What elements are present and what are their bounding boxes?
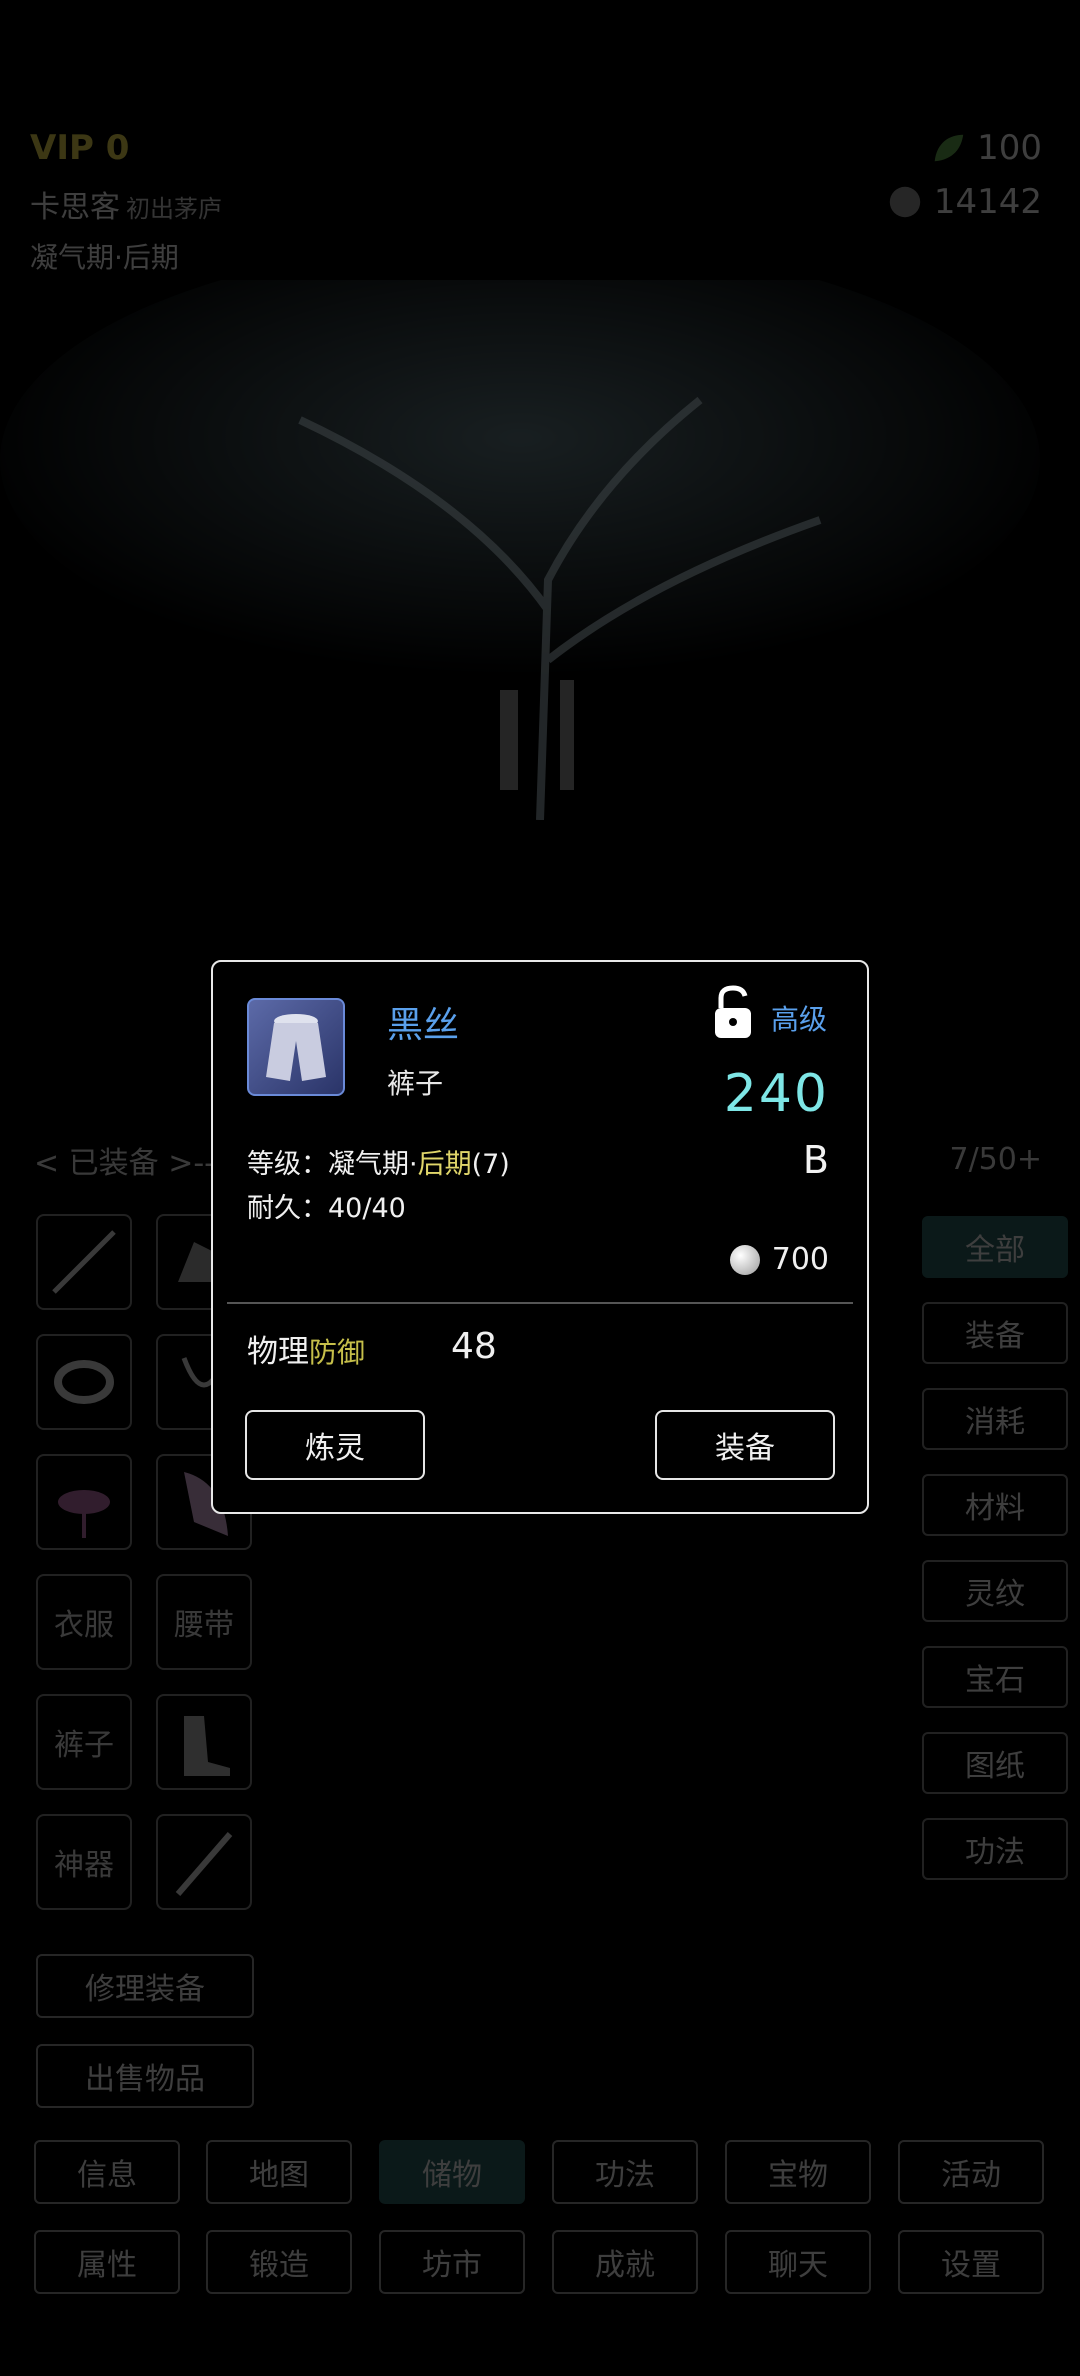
player-title: 初出茅庐 bbox=[126, 195, 222, 223]
filter-rune[interactable]: 灵纹 bbox=[922, 1560, 1068, 1622]
staff-icon bbox=[175, 1832, 233, 1896]
item-price-value: 700 bbox=[771, 1242, 829, 1277]
nav-treasure[interactable]: 宝物 bbox=[725, 2140, 871, 2204]
slot-artifact[interactable]: 神器 bbox=[36, 1814, 132, 1910]
nav-technique[interactable]: 功法 bbox=[552, 2140, 698, 2204]
realm-text: 凝气期·后期 bbox=[30, 241, 179, 274]
equip-button[interactable]: 装备 bbox=[655, 1410, 835, 1480]
slot-ring[interactable] bbox=[36, 1334, 132, 1430]
item-name: 黑丝 bbox=[387, 1005, 460, 1046]
item-durability: 耐久：40/40 bbox=[247, 1193, 406, 1224]
resource-stone: 14142 bbox=[886, 182, 1042, 222]
divider bbox=[227, 1302, 853, 1304]
item-image bbox=[247, 998, 345, 1096]
item-level: 等级：凝气期·后期(7) bbox=[247, 1142, 510, 1181]
stat-prefix: 物理 bbox=[247, 1334, 309, 1370]
filter-blueprint[interactable]: 图纸 bbox=[922, 1732, 1068, 1794]
item-score: 240 bbox=[723, 1064, 829, 1124]
unlock-icon[interactable] bbox=[709, 984, 757, 1044]
nav-settings[interactable]: 设置 bbox=[898, 2230, 1044, 2294]
amulet-icon bbox=[58, 1490, 110, 1538]
stat-name: 物理防御 bbox=[247, 1326, 365, 1371]
resource-stone-value: 14142 bbox=[933, 182, 1042, 222]
item-tier: 高级 bbox=[771, 1003, 828, 1036]
stone-icon bbox=[889, 186, 921, 218]
slot-pants[interactable]: 裤子 bbox=[36, 1694, 132, 1790]
refine-button[interactable]: 炼灵 bbox=[245, 1410, 425, 1480]
item-level-suffix: (7) bbox=[471, 1149, 510, 1180]
filter-equipment[interactable]: 装备 bbox=[922, 1302, 1068, 1364]
nav-info[interactable]: 信息 bbox=[34, 2140, 180, 2204]
resource-jade-value: 100 bbox=[977, 128, 1042, 168]
player-name-text: 卡思客 bbox=[30, 190, 120, 225]
stat-value: 48 bbox=[451, 1326, 497, 1367]
ring-icon bbox=[54, 1360, 114, 1404]
nav-activity[interactable]: 活动 bbox=[898, 2140, 1044, 2204]
nav-achievements[interactable]: 成就 bbox=[552, 2230, 698, 2294]
nav-storage[interactable]: 储物 bbox=[379, 2140, 525, 2204]
item-level-stage: 后期 bbox=[417, 1149, 472, 1180]
player-name: 卡思客 初出茅庐 bbox=[30, 182, 222, 226]
equipped-label: < 已装备 >--- bbox=[34, 1146, 226, 1181]
bag-count: 7/50+ bbox=[949, 1142, 1042, 1177]
leaf-icon bbox=[934, 134, 964, 162]
vip-level: VIP 0 bbox=[30, 128, 130, 168]
item-type: 裤子 bbox=[387, 1067, 444, 1100]
nav-map[interactable]: 地图 bbox=[206, 2140, 352, 2204]
silver-coin-icon bbox=[729, 1244, 760, 1275]
nav-forge[interactable]: 锻造 bbox=[206, 2230, 352, 2294]
pants-icon bbox=[266, 1014, 326, 1081]
nav-chat[interactable]: 聊天 bbox=[725, 2230, 871, 2294]
item-level-prefix: 等级：凝气期· bbox=[247, 1149, 418, 1180]
nav-attributes[interactable]: 属性 bbox=[34, 2230, 180, 2294]
item-grade: B bbox=[802, 1138, 829, 1182]
sell-items-button[interactable]: 出售物品 bbox=[36, 2044, 254, 2108]
filter-all[interactable]: 全部 bbox=[922, 1216, 1068, 1278]
nav-market[interactable]: 坊市 bbox=[379, 2230, 525, 2294]
sword-icon bbox=[52, 1230, 116, 1294]
repair-equipment-button[interactable]: 修理装备 bbox=[36, 1954, 254, 2018]
scene-tree-image bbox=[0, 280, 1040, 820]
slot-clothes[interactable]: 衣服 bbox=[36, 1574, 132, 1670]
slot-staff[interactable] bbox=[156, 1814, 252, 1910]
slot-belt[interactable]: 腰带 bbox=[156, 1574, 252, 1670]
slot-amulet[interactable] bbox=[36, 1454, 132, 1550]
boots-icon bbox=[184, 1716, 230, 1776]
filter-consumable[interactable]: 消耗 bbox=[922, 1388, 1068, 1450]
filter-technique[interactable]: 功法 bbox=[922, 1818, 1068, 1880]
stat-type: 防御 bbox=[309, 1336, 366, 1369]
filter-material[interactable]: 材料 bbox=[922, 1474, 1068, 1536]
resource-jade: 100 bbox=[929, 128, 1042, 168]
filter-gem[interactable]: 宝石 bbox=[922, 1646, 1068, 1708]
slot-boots[interactable] bbox=[156, 1694, 252, 1790]
slot-weapon[interactable] bbox=[36, 1214, 132, 1310]
item-price: 700 bbox=[729, 1242, 829, 1277]
item-detail-dialog: 黑丝 裤子 高级 240 B 等级：凝气期·后期(7) 耐久：40/40 700… bbox=[211, 960, 869, 1514]
